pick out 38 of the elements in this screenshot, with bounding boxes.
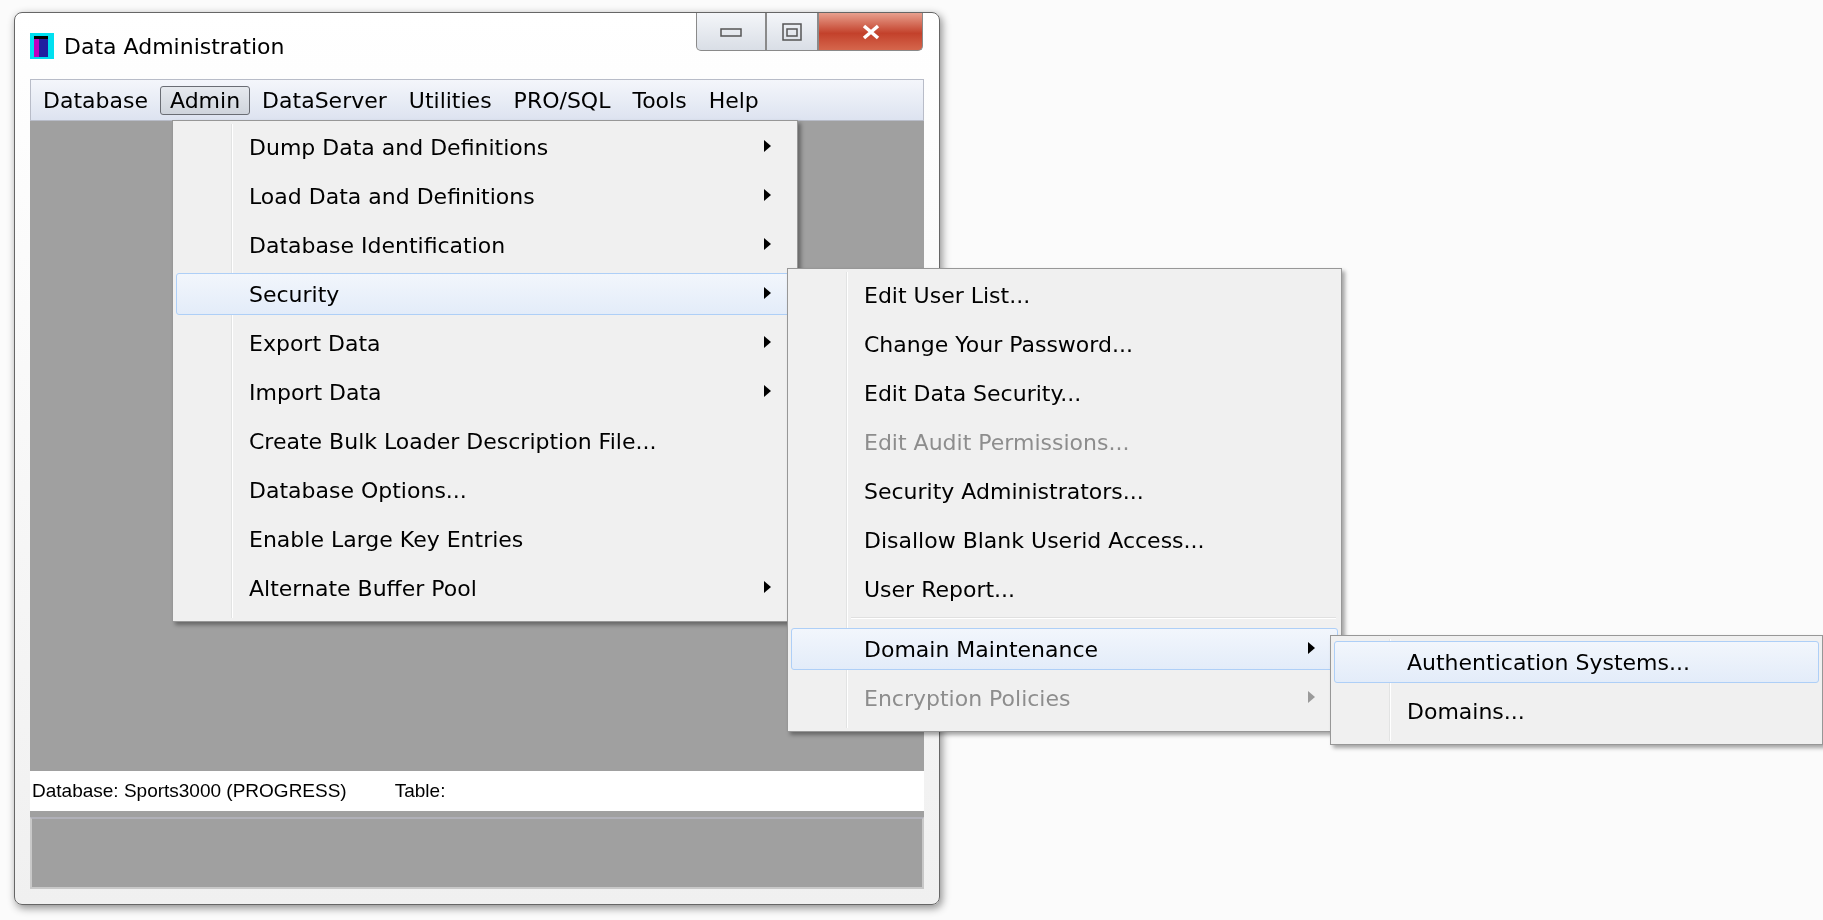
menu-item[interactable]: Change Your Password...	[791, 323, 1338, 365]
menu-item[interactable]: Edit Data Security...	[791, 372, 1338, 414]
close-button[interactable]	[818, 13, 923, 51]
table-label: Table:	[394, 780, 446, 802]
menu-bar-item[interactable]: PRO/SQL	[503, 85, 621, 115]
restore-icon	[782, 22, 802, 41]
submenu-arrow-icon	[1308, 691, 1315, 703]
menu-item[interactable]: Load Data and Definitions	[176, 175, 794, 217]
menu-item[interactable]: Domain Maintenance	[791, 628, 1338, 670]
close-icon	[860, 23, 881, 40]
menu-item[interactable]: Domains...	[1334, 690, 1819, 732]
menu-item[interactable]: Security Administrators...	[791, 470, 1338, 512]
submenu-arrow-icon	[764, 385, 771, 397]
menu-bar-item[interactable]: Admin	[160, 85, 251, 115]
menu-bar-item[interactable]: Database	[33, 85, 158, 115]
menu-bar-item[interactable]: Help	[698, 85, 769, 115]
database-icon	[30, 33, 54, 59]
menu-item[interactable]: Database Identification	[176, 224, 794, 266]
menu-item[interactable]: Dump Data and Definitions	[176, 126, 794, 168]
menu-item[interactable]: Authentication Systems...	[1334, 641, 1819, 683]
maximize-button[interactable]	[766, 13, 818, 51]
minimize-button[interactable]	[696, 13, 766, 51]
menu-item[interactable]: User Report...	[791, 568, 1338, 610]
database-label: Database: Sports3000 (PROGRESS)	[32, 780, 347, 802]
submenu-arrow-icon	[764, 287, 771, 299]
submenu-arrow-icon	[764, 581, 771, 593]
submenu-arrow-icon	[1308, 642, 1315, 654]
menu-bar-item[interactable]: Utilities	[398, 85, 502, 115]
window-title: Data Administration	[64, 33, 285, 59]
menu-item[interactable]: Edit User List...	[791, 274, 1338, 316]
menu-bar-item[interactable]: DataServer	[252, 85, 397, 115]
submenu-arrow-icon	[764, 189, 771, 201]
submenu-arrow-icon	[764, 238, 771, 250]
minimize-icon	[720, 26, 742, 37]
menu-bar-item[interactable]: Tools	[622, 85, 697, 115]
menu-item[interactable]: Disallow Blank Userid Access...	[791, 519, 1338, 561]
submenu-arrow-icon	[764, 336, 771, 348]
submenu-arrow-icon	[764, 140, 771, 152]
